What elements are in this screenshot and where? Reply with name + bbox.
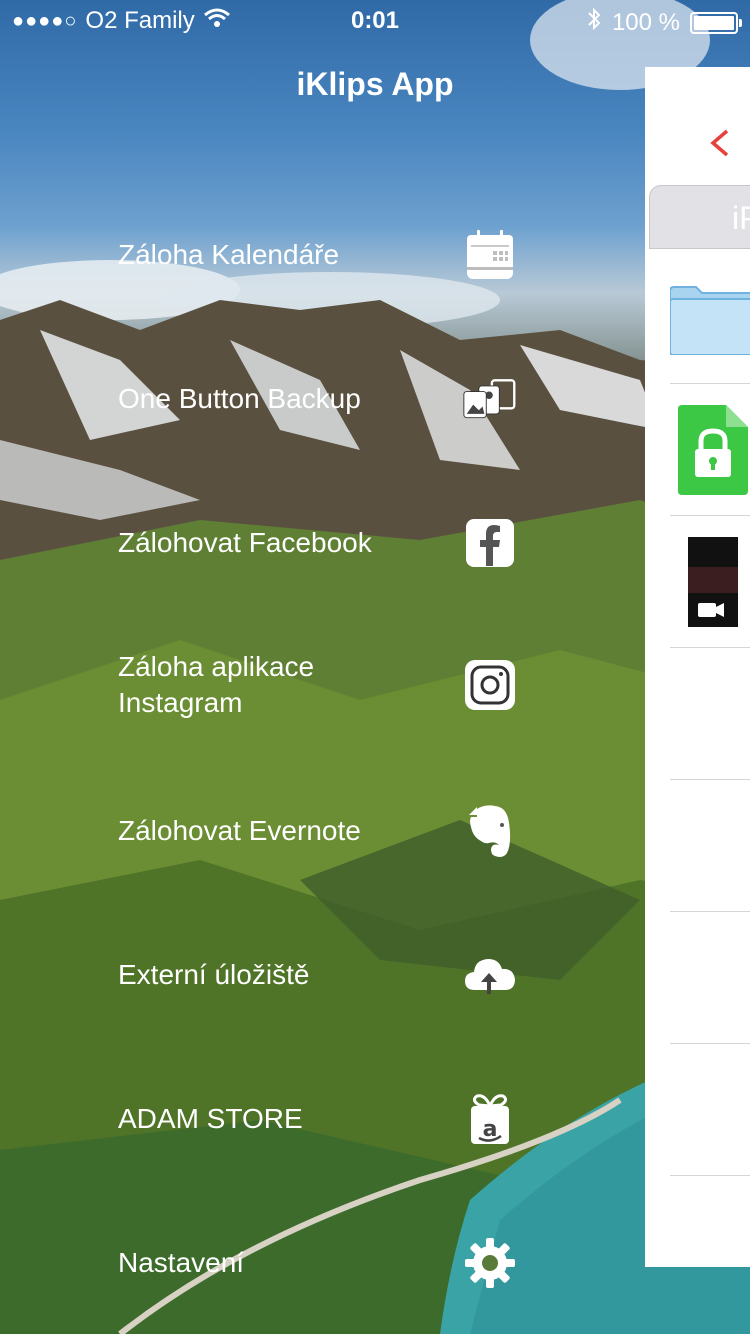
menu-item-facebook-backup[interactable]: Zálohovat Facebook <box>118 498 518 588</box>
file-row-video[interactable] <box>670 515 750 648</box>
status-bar: ●●●●○ O2 Family 0:01 100 % <box>0 0 750 40</box>
menu-item-label: Záloha Kalendáře <box>118 239 340 270</box>
facebook-icon <box>462 515 518 571</box>
instagram-icon <box>462 657 518 713</box>
menu-item-label: One Button Backup <box>118 383 361 414</box>
app-title: iKlips App <box>296 66 454 102</box>
file-row-empty[interactable] <box>670 1043 750 1176</box>
side-menu: Záloha Kalendáře One Button Backup Záloh… <box>0 0 640 1334</box>
video-thumbnail-icon <box>688 537 738 632</box>
menu-item-adam-store[interactable]: ADAM STORE a <box>118 1074 518 1164</box>
evernote-icon <box>462 803 518 859</box>
battery-icon <box>690 11 742 34</box>
gear-icon <box>462 1235 518 1291</box>
file-row-empty[interactable] <box>670 911 750 1044</box>
menu-item-label: Záloha aplikace Instagram <box>118 651 315 718</box>
bluetooth-icon <box>586 7 602 38</box>
menu-item-instagram-backup[interactable]: Záloha aplikace Instagram <box>118 640 518 730</box>
folder-icon <box>669 283 750 360</box>
segment-tab[interactable]: iP <box>649 185 750 249</box>
menu-item-label: Externí úložiště <box>118 959 310 990</box>
back-chevron-icon[interactable] <box>707 127 731 164</box>
battery-percentage: 100 % <box>611 8 680 36</box>
calendar-icon <box>462 227 518 283</box>
menu-item-external-storage[interactable]: Externí úložiště <box>118 930 518 1020</box>
main-content-panel[interactable]: iP <box>645 67 750 1267</box>
menu-item-label: Zálohovat Facebook <box>118 527 372 558</box>
segment-tab-label: iP <box>732 200 750 236</box>
file-row-locked[interactable] <box>670 383 750 516</box>
menu-item-label: Nastavení <box>118 1247 245 1278</box>
menu-item-one-button-backup[interactable]: One Button Backup <box>118 354 518 444</box>
cloud-upload-icon <box>462 947 518 1003</box>
menu-item-label: ADAM STORE <box>118 1103 303 1134</box>
file-row-empty[interactable] <box>670 779 750 912</box>
media-backup-icon <box>462 371 518 427</box>
file-row-empty[interactable] <box>670 647 750 780</box>
locked-file-icon <box>678 405 748 500</box>
menu-item-calendar-backup[interactable]: Záloha Kalendáře <box>118 210 518 300</box>
menu-item-settings[interactable]: Nastavení <box>118 1218 518 1308</box>
menu-item-label: Zálohovat Evernote <box>118 815 361 846</box>
file-row-folder[interactable] <box>669 277 750 384</box>
gift-store-icon: a <box>462 1091 518 1147</box>
menu-item-evernote-backup[interactable]: Zálohovat Evernote <box>118 786 518 876</box>
